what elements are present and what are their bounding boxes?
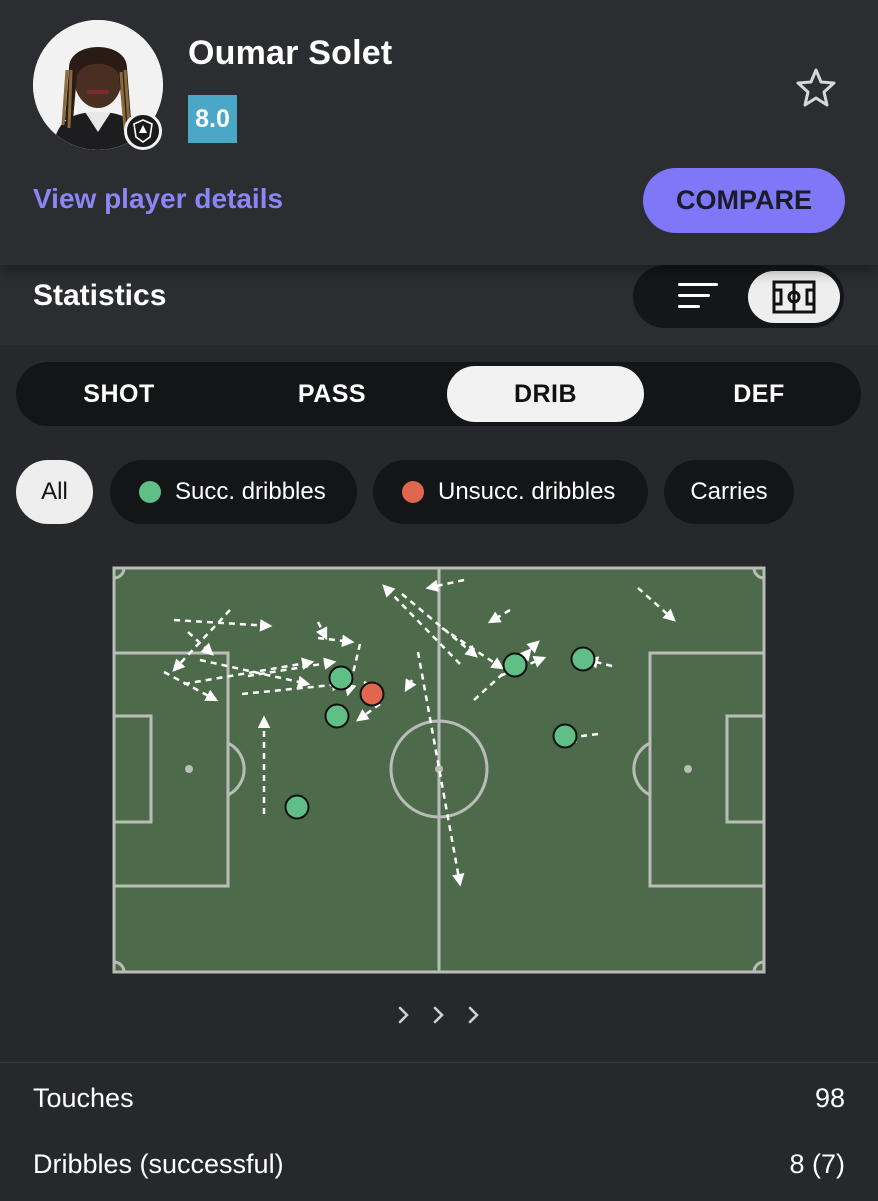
view-toggle bbox=[633, 265, 844, 328]
compare-button[interactable]: COMPARE bbox=[643, 168, 845, 233]
filter-succ-label: Succ. dribbles bbox=[175, 478, 326, 505]
success-dribble-marker bbox=[552, 723, 578, 749]
success-dribble-marker bbox=[328, 665, 354, 691]
tab-shot[interactable]: SHOT bbox=[24, 366, 214, 422]
success-dribble-marker bbox=[324, 703, 350, 729]
stat-row-dribbles: Dribbles (successful) 8 (7) bbox=[33, 1144, 845, 1184]
stat-value: 8 (7) bbox=[789, 1148, 845, 1179]
fail-dot-icon bbox=[402, 481, 424, 503]
tab-drib[interactable]: DRIB bbox=[447, 366, 644, 422]
filter-unsucc-label: Unsucc. dribbles bbox=[438, 478, 616, 505]
success-dot-icon bbox=[139, 481, 161, 503]
stat-value: 98 bbox=[814, 1082, 845, 1113]
rating-badge: 8.0 bbox=[188, 95, 237, 143]
fail-dribble-marker bbox=[359, 681, 385, 707]
filter-unsucc-dribbles[interactable]: Unsucc. dribbles bbox=[373, 460, 648, 524]
statistics-bar: Statistics bbox=[0, 265, 878, 345]
success-dribble-marker bbox=[284, 794, 310, 820]
stat-row-touches: Touches 98 bbox=[33, 1078, 845, 1118]
stat-label: Dribbles (successful) bbox=[33, 1148, 284, 1179]
carousel-next-icon[interactable] bbox=[390, 1000, 490, 1030]
filter-carries[interactable]: Carries bbox=[664, 460, 794, 524]
dribble-pitch-map bbox=[112, 566, 766, 974]
tab-pass[interactable]: PASS bbox=[237, 366, 427, 422]
pitch-view-icon[interactable] bbox=[748, 271, 840, 323]
club-badge-icon bbox=[124, 112, 162, 150]
player-header: Oumar Solet 8.0 View player details COMP… bbox=[0, 0, 878, 265]
stats-list: Touches 98 Dribbles (successful) 8 (7) bbox=[0, 1062, 878, 1201]
success-dribble-marker bbox=[570, 646, 596, 672]
view-player-details-link[interactable]: View player details bbox=[33, 183, 283, 215]
filter-all-label: All bbox=[41, 478, 68, 505]
player-name: Oumar Solet bbox=[188, 34, 393, 72]
stat-tabs: SHOT PASS DRIB DEF bbox=[16, 362, 861, 426]
tab-def[interactable]: DEF bbox=[664, 366, 854, 422]
filter-succ-dribbles[interactable]: Succ. dribbles bbox=[110, 460, 357, 524]
success-dribble-marker bbox=[502, 652, 528, 678]
list-view-icon[interactable] bbox=[653, 273, 743, 319]
filter-all[interactable]: All bbox=[16, 460, 93, 524]
favorite-star-icon[interactable] bbox=[794, 66, 838, 110]
statistics-title: Statistics bbox=[33, 279, 167, 312]
filter-carries-label: Carries bbox=[690, 478, 768, 505]
stat-label: Touches bbox=[33, 1082, 134, 1113]
